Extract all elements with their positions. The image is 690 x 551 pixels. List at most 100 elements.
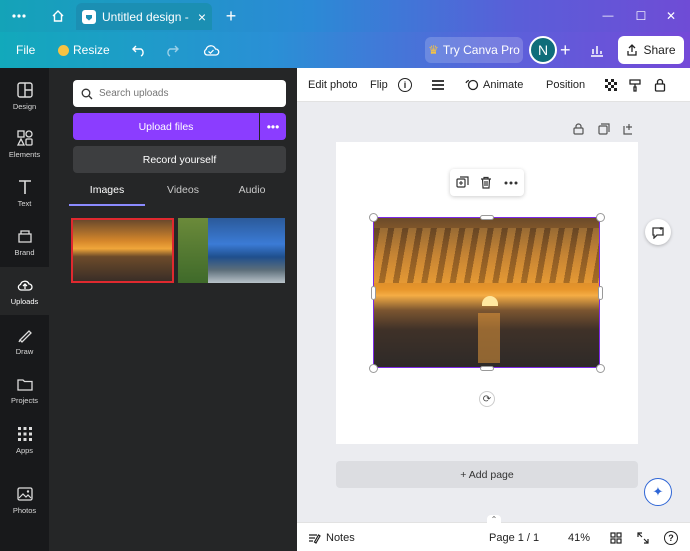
- canva-favicon-icon: [82, 9, 96, 24]
- zoom-level[interactable]: 41%: [568, 523, 590, 551]
- bottom-bar: ⌃ Notes Page 1 / 1 41% ?: [297, 515, 690, 551]
- add-page-button[interactable]: + Add page: [336, 461, 638, 488]
- search-input[interactable]: [99, 88, 269, 99]
- share-button[interactable]: Share: [618, 36, 684, 64]
- border-style-icon[interactable]: [431, 68, 445, 102]
- help-button[interactable]: ?: [664, 523, 678, 551]
- edit-photo-button[interactable]: Edit photo: [308, 68, 358, 102]
- nav-label: Photos: [12, 506, 37, 515]
- resize-button[interactable]: Resize: [58, 32, 110, 68]
- file-menu-button[interactable]: File: [16, 32, 35, 68]
- resize-handle-left[interactable]: [371, 286, 376, 300]
- resize-handle-bottom[interactable]: [480, 366, 494, 371]
- uploads-panel: Upload files ••• Record yourself Images …: [49, 68, 297, 551]
- animate-button[interactable]: Animate: [465, 68, 523, 102]
- resize-handle-bottom-right[interactable]: [596, 364, 605, 373]
- nav-label: Elements: [8, 150, 41, 159]
- nav-label: Brand: [14, 248, 35, 257]
- left-nav: Design Elements Text Brand Uploads Draw …: [0, 68, 49, 551]
- page-indicator[interactable]: Page 1 / 1: [489, 523, 539, 551]
- nav-item-uploads[interactable]: Uploads: [0, 267, 49, 315]
- copy-style-icon[interactable]: [628, 68, 642, 102]
- nav-item-text[interactable]: Text: [0, 169, 49, 217]
- photos-icon: [16, 487, 33, 501]
- tab-audio[interactable]: Audio: [227, 184, 277, 204]
- upload-thumbnail-sunset[interactable]: [71, 218, 174, 283]
- transparency-icon[interactable]: [605, 68, 618, 102]
- browser-tab[interactable]: Untitled design - In... ×: [76, 3, 212, 30]
- minimize-button[interactable]: —: [597, 0, 619, 32]
- tab-videos[interactable]: Videos: [153, 184, 213, 204]
- analytics-icon[interactable]: [589, 32, 605, 68]
- try-pro-label: Try Canva Pro: [442, 43, 520, 57]
- share-label: Share: [643, 43, 676, 57]
- rotate-handle-icon[interactable]: ⟳: [479, 391, 495, 407]
- search-box[interactable]: [73, 80, 286, 107]
- resize-label: Resize: [73, 43, 110, 57]
- avatar[interactable]: N: [529, 36, 557, 64]
- redo-icon[interactable]: [164, 32, 180, 68]
- trash-icon[interactable]: [480, 176, 492, 189]
- add-collaborator-button[interactable]: +: [560, 32, 571, 68]
- nav-item-elements[interactable]: Elements: [0, 120, 49, 168]
- resize-handle-top-right[interactable]: [596, 213, 605, 222]
- grid-view-icon[interactable]: [610, 523, 622, 551]
- nav-item-apps[interactable]: Apps: [0, 416, 49, 464]
- info-icon[interactable]: i: [398, 68, 412, 102]
- window-titlebar: Untitled design - In... × + — ☐ ✕: [0, 0, 690, 32]
- more-horizontal-icon[interactable]: [8, 0, 30, 32]
- tab-title: Untitled design - In...: [102, 9, 192, 24]
- tab-images[interactable]: Images: [69, 184, 145, 204]
- magic-sparkle-icon[interactable]: ✦: [644, 478, 672, 506]
- position-button[interactable]: Position: [546, 68, 585, 102]
- home-icon[interactable]: [47, 0, 69, 32]
- image-sun: [482, 296, 498, 306]
- resize-handle-bottom-left[interactable]: [369, 364, 378, 373]
- search-icon: [81, 88, 93, 99]
- lock-icon[interactable]: [654, 68, 666, 102]
- duplicate-page-icon[interactable]: [598, 123, 610, 135]
- upload-files-button[interactable]: Upload files: [73, 113, 259, 140]
- upload-more-options-button[interactable]: •••: [260, 113, 286, 140]
- upload-thumbnail-lake[interactable]: [178, 218, 285, 283]
- new-tab-button[interactable]: +: [222, 0, 240, 32]
- flip-button[interactable]: Flip: [370, 68, 388, 102]
- maximize-button[interactable]: ☐: [630, 0, 652, 32]
- resize-handle-top[interactable]: [480, 215, 494, 220]
- share-icon: [627, 44, 638, 56]
- comment-icon[interactable]: [645, 219, 671, 245]
- undo-icon[interactable]: [131, 32, 147, 68]
- tab-close-icon[interactable]: ×: [198, 9, 206, 25]
- element-context-menu: [450, 169, 524, 196]
- notes-label: Notes: [326, 531, 355, 544]
- fullscreen-icon[interactable]: [637, 523, 649, 551]
- try-canva-pro-button[interactable]: ♛ Try Canva Pro: [425, 37, 523, 63]
- nav-label: Draw: [15, 347, 34, 356]
- nav-item-photos[interactable]: Photos: [0, 476, 49, 524]
- canvas-area: ⟳ + Add page ✦: [297, 102, 690, 522]
- app-header: File Resize ♛ Try Canva Pro N + Share: [0, 32, 690, 68]
- nav-item-draw[interactable]: Draw: [0, 317, 49, 365]
- upload-icon: [17, 280, 33, 291]
- design-icon: [16, 82, 33, 98]
- duplicate-icon[interactable]: [456, 176, 469, 189]
- image-clouds: [374, 228, 599, 283]
- resize-handle-top-left[interactable]: [369, 213, 378, 222]
- record-yourself-button[interactable]: Record yourself: [73, 146, 286, 173]
- elements-icon: [16, 130, 33, 146]
- active-tab-underline: [69, 204, 145, 206]
- lock-page-icon[interactable]: [573, 123, 585, 135]
- more-options-icon[interactable]: [504, 181, 518, 185]
- draw-icon: [17, 330, 32, 343]
- nav-item-brand[interactable]: Brand: [0, 218, 49, 266]
- nav-label: Projects: [10, 396, 39, 405]
- notes-button[interactable]: Notes: [308, 523, 355, 551]
- add-page-icon[interactable]: [623, 123, 635, 135]
- brand-icon: [17, 230, 32, 243]
- cloud-saved-icon[interactable]: [202, 32, 220, 68]
- close-window-button[interactable]: ✕: [660, 0, 682, 32]
- resize-handle-right[interactable]: [598, 286, 603, 300]
- selected-sunset-image[interactable]: [373, 217, 600, 368]
- nav-item-design[interactable]: Design: [0, 72, 49, 120]
- nav-item-projects[interactable]: Projects: [0, 366, 49, 414]
